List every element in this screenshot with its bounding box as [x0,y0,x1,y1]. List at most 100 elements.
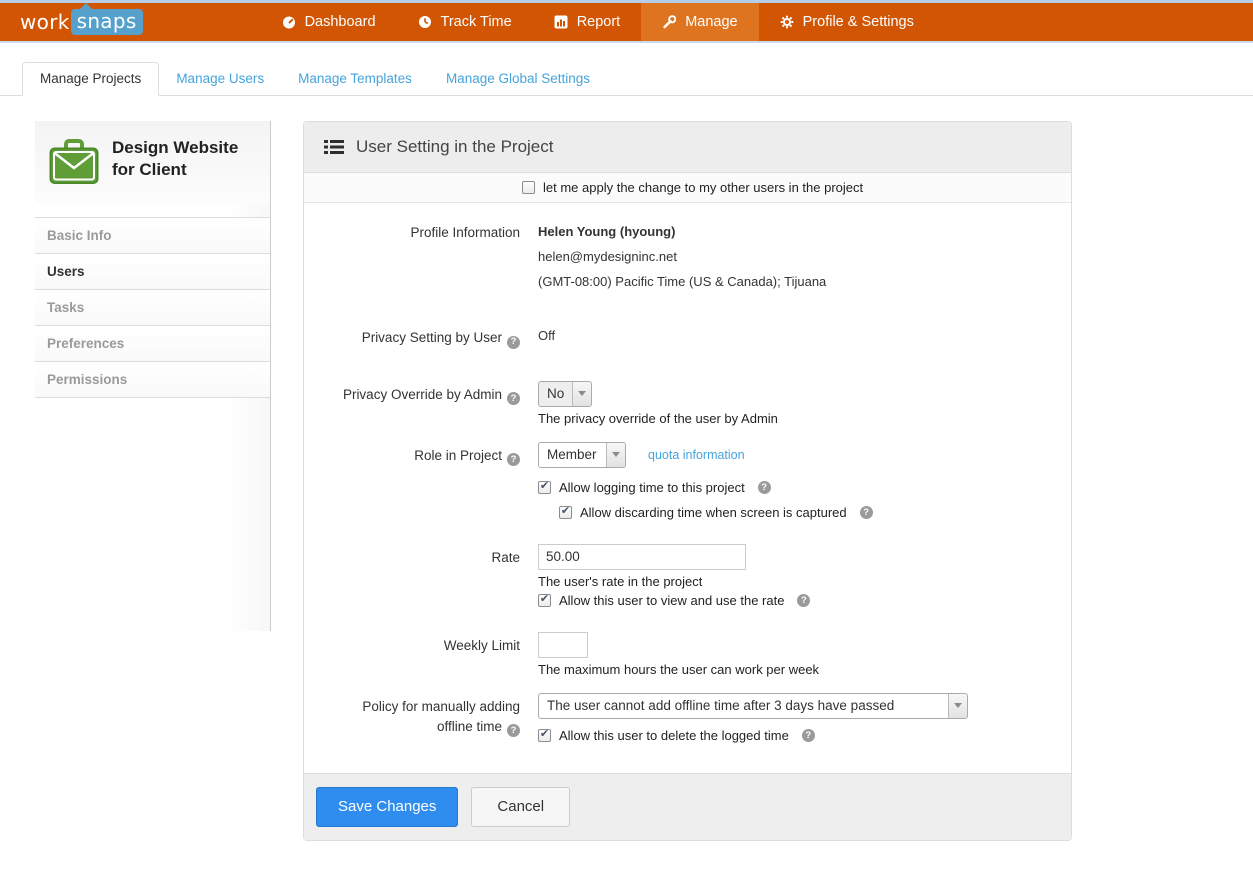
allow-logging-label: Allow logging time to this project [559,480,745,495]
logo-text-work: work [20,10,70,34]
chevron-down-icon [948,694,967,718]
privacy-override-select[interactable]: No [538,381,592,407]
offline-policy-select[interactable]: The user cannot add offline time after 3… [538,693,968,719]
help-icon[interactable] [797,594,810,607]
privacy-override-row: Privacy Override by Admin No The privacy… [324,381,1051,426]
nav-item-label: Manage [685,14,737,30]
sidebar-item-users[interactable]: Users [35,254,270,290]
apply-to-all-label: let me apply the change to my other user… [543,180,863,195]
help-icon[interactable] [507,392,520,405]
save-changes-button[interactable]: Save Changes [316,787,458,827]
briefcase-icon [49,139,99,185]
quota-information-link[interactable]: quota information [648,448,745,462]
allow-discarding-row: Allow discarding time when screen is cap… [559,505,1051,520]
role-select[interactable]: Member [538,442,626,468]
offline-policy-row: Policy for manually adding offline time … [324,693,1051,743]
bar-chart-icon [554,15,568,29]
chevron-down-icon [606,443,625,467]
allow-rate-label: Allow this user to view and use the rate [559,593,784,608]
allow-discarding-checkbox[interactable] [559,506,572,519]
sidebar-item-basic-info[interactable]: Basic Info [35,218,270,254]
wrench-icon [662,15,676,29]
project-title: Design Website for Client [112,137,258,185]
main-nav: Dashboard Track Time Report Manage Profi… [261,3,935,41]
panel-footer: Save Changes Cancel [304,773,1071,840]
nav-item-profile-settings[interactable]: Profile & Settings [759,3,935,41]
help-icon[interactable] [507,453,520,466]
allow-discarding-label: Allow discarding time when screen is cap… [580,505,847,520]
allow-delete-checkbox[interactable] [538,729,551,742]
help-icon[interactable] [802,729,815,742]
help-icon[interactable] [507,336,520,349]
dashboard-icon [282,15,296,29]
offline-policy-label-text: Policy for manually adding offline time [362,699,520,734]
help-icon[interactable] [860,506,873,519]
nav-item-label: Track Time [441,14,512,30]
panel-title: User Setting in the Project [356,137,553,157]
chevron-down-icon [572,382,591,406]
privacy-override-label: Privacy Override by Admin [324,381,520,426]
nav-item-label: Dashboard [305,14,376,30]
allow-delete-label: Allow this user to delete the logged tim… [559,728,789,743]
tab-manage-templates[interactable]: Manage Templates [281,63,429,95]
nav-item-label: Report [577,14,621,30]
weekly-limit-help-text: The maximum hours the user can work per … [538,662,1051,677]
privacy-override-value: No The privacy override of the user by A… [538,381,1051,426]
weekly-limit-label: Weekly Limit [324,632,520,677]
allow-rate-row: Allow this user to view and use the rate [538,593,1051,608]
weekly-limit-value: The maximum hours the user can work per … [538,632,1051,677]
tab-manage-global-settings[interactable]: Manage Global Settings [429,63,607,95]
tab-manage-users[interactable]: Manage Users [159,63,281,95]
nav-item-track-time[interactable]: Track Time [397,3,533,41]
user-timezone: (GMT-08:00) Pacific Time (US & Canada); … [538,273,1051,291]
nav-item-report[interactable]: Report [533,3,642,41]
weekly-limit-input[interactable] [538,632,588,658]
help-icon[interactable] [507,724,520,737]
sidebar-item-permissions[interactable]: Permissions [35,362,270,398]
project-sidebar: Design Website for Client Basic Info Use… [35,121,271,631]
user-setting-form: Profile Information Helen Young (hyoung)… [304,203,1071,773]
allow-rate-checkbox[interactable] [538,594,551,607]
project-menu: Basic Info Users Tasks Preferences Permi… [35,217,270,398]
privacy-override-label-text: Privacy Override by Admin [343,387,502,402]
select-value: The user cannot add offline time after 3… [539,694,948,718]
nav-item-label: Profile & Settings [803,14,914,30]
list-icon [324,139,344,155]
select-value: Member [539,443,606,467]
privacy-setting-label-text: Privacy Setting by User [362,330,502,345]
sidebar-item-tasks[interactable]: Tasks [35,290,270,326]
privacy-setting-label: Privacy Setting by User [324,328,520,349]
select-value: No [539,382,572,406]
nav-item-manage[interactable]: Manage [641,3,758,41]
role-label-text: Role in Project [414,448,502,463]
panel-header: User Setting in the Project [304,122,1071,173]
rate-input[interactable] [538,544,746,570]
user-setting-panel: User Setting in the Project let me apply… [303,121,1072,841]
project-card: Design Website for Client [35,121,270,203]
cancel-button[interactable]: Cancel [471,787,570,827]
allow-logging-checkbox[interactable] [538,481,551,494]
rate-help-text: The user's rate in the project [538,574,1051,589]
role-label: Role in Project [324,442,520,468]
tab-manage-projects[interactable]: Manage Projects [22,62,159,96]
worksnaps-logo[interactable]: worksnaps [20,9,143,35]
weekly-limit-row: Weekly Limit The maximum hours the user … [324,632,1051,677]
allow-logging-row: Allow logging time to this project [538,480,1051,495]
profile-information-value: Helen Young (hyoung) helen@mydesigninc.n… [538,223,1051,298]
rate-value: The user's rate in the project Allow thi… [538,544,1051,608]
sidebar-item-preferences[interactable]: Preferences [35,326,270,362]
offline-policy-label: Policy for manually adding offline time [324,693,520,743]
privacy-setting-row: Privacy Setting by User Off [324,328,1051,349]
role-value: Member quota information [538,442,1051,468]
privacy-setting-value: Off [538,328,1051,349]
nav-item-dashboard[interactable]: Dashboard [261,3,397,41]
user-full-name: Helen Young (hyoung) [538,223,1051,241]
help-icon[interactable] [758,481,771,494]
clock-icon [418,15,432,29]
privacy-override-help-text: The privacy override of the user by Admi… [538,411,1051,426]
profile-information-row: Profile Information Helen Young (hyoung)… [324,223,1051,298]
offline-policy-value: The user cannot add offline time after 3… [538,693,1051,743]
rate-label: Rate [324,544,520,608]
role-row: Role in Project Member quota information [324,442,1051,468]
apply-to-all-checkbox[interactable] [522,181,535,194]
